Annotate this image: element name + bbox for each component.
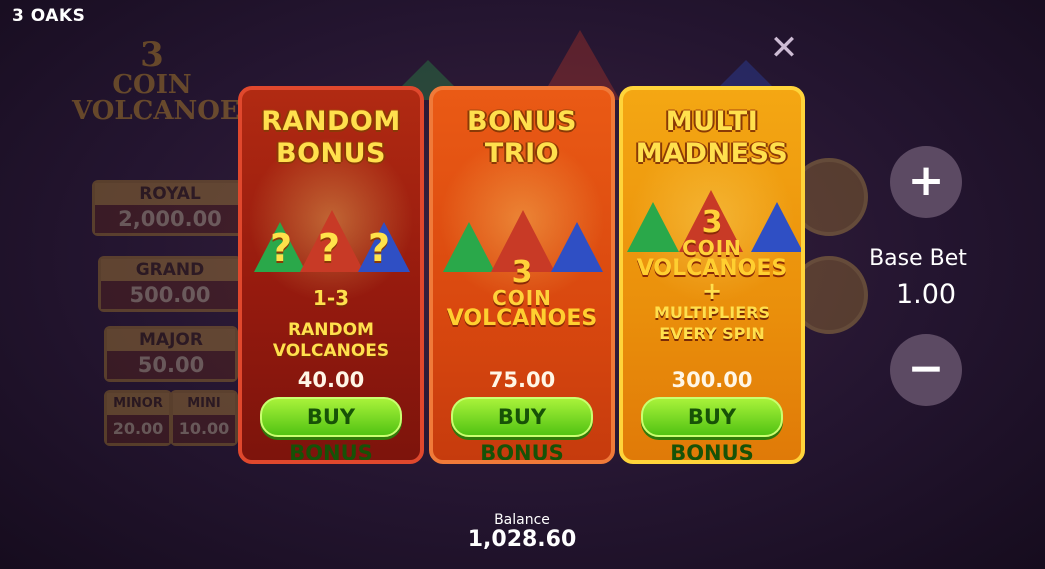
plus-icon: +	[701, 277, 723, 305]
question-mark-icon: ?	[270, 226, 293, 270]
card-title-line: MADNESS	[635, 138, 789, 169]
card-description-line: MULTIPLIERS	[654, 303, 770, 322]
jackpot-value: 50.00	[107, 351, 235, 379]
game-logo-word1: COIN	[112, 70, 192, 100]
card-description-line: EVERY SPIN	[659, 324, 765, 343]
card-title-line: RANDOM	[261, 106, 401, 137]
card-description-line: VOLCANOES	[272, 341, 390, 361]
bonus-card-multi-madness: MULTI MADNESS 3 COIN VOLCANOES + MULTIPL…	[619, 86, 805, 464]
jackpot-major: MAJOR 50.00	[104, 326, 238, 382]
logo-word: COIN	[682, 236, 742, 260]
decrease-bet-button[interactable]: −	[890, 334, 962, 406]
buy-bonus-button[interactable]: BUY BONUS	[451, 397, 593, 460]
bonus-card-random-bonus: RANDOM BONUS ? ? ? 1-3 RANDOM VOLCANOES …	[238, 86, 424, 464]
logo-word: VOLCANOES	[446, 306, 598, 331]
jackpot-label: MINOR	[107, 393, 169, 415]
jackpot-value: 2,000.00	[95, 205, 245, 233]
card-description: MULTIPLIERS EVERY SPIN	[623, 302, 801, 344]
logo-number: 3	[701, 205, 723, 240]
logo-number: 3	[511, 255, 533, 290]
jackpot-grand: GRAND 500.00	[98, 256, 242, 312]
close-button[interactable]: ✕	[768, 31, 800, 65]
random-count: 1-3	[312, 286, 350, 310]
minus-icon: −	[907, 343, 945, 394]
card-title: BONUS TRIO	[433, 106, 611, 170]
jackpot-label: MAJOR	[107, 329, 235, 351]
card-title: RANDOM BONUS	[242, 106, 420, 170]
base-bet-label: Base Bet	[869, 246, 967, 271]
card-title-line: MULTI	[665, 106, 759, 137]
coin-volcanoes-logo: 3 COIN VOLCANOES	[433, 258, 611, 330]
jackpot-royal: ROYAL 2,000.00	[92, 180, 248, 236]
plus-icon: +	[907, 155, 945, 206]
card-description: RANDOM VOLCANOES	[242, 320, 420, 362]
card-price: 75.00	[488, 368, 556, 392]
balance-value: 1,028.60	[467, 527, 577, 552]
card-title-line: BONUS	[467, 106, 577, 137]
jackpot-value: 500.00	[101, 281, 239, 309]
jackpot-minor: MINOR 20.00	[104, 390, 172, 446]
question-mark-icon: ?	[368, 226, 391, 270]
card-title-line: BONUS	[276, 138, 386, 169]
logo-word: COIN	[492, 286, 552, 310]
jackpot-value: 20.00	[107, 415, 169, 443]
card-price: 40.00	[297, 368, 365, 392]
question-mark-icon: ?	[318, 226, 341, 270]
coin-volcanoes-logo: 3 COIN VOLCANOES	[623, 208, 801, 280]
balance-label: Balance	[494, 512, 550, 528]
game-logo: 3 COIN VOLCANOES	[72, 35, 259, 126]
buy-bonus-button[interactable]: BUY BONUS	[641, 397, 783, 460]
jackpot-label: ROYAL	[95, 183, 245, 205]
card-description-line: RANDOM	[288, 320, 374, 340]
jackpot-label: GRAND	[101, 259, 239, 281]
base-bet-value: 1.00	[895, 279, 957, 310]
close-icon: ✕	[769, 28, 799, 68]
buy-bonus-button[interactable]: BUY BONUS	[260, 397, 402, 460]
card-title: MULTI MADNESS	[623, 106, 801, 170]
card-price: 300.00	[671, 368, 753, 392]
game-logo-number: 3	[140, 35, 164, 75]
game-logo-word2: VOLCANOES	[72, 96, 259, 126]
jackpot-label: MINI	[173, 393, 235, 415]
volcano-icons: ? ? ?	[242, 208, 420, 272]
jackpot-mini: MINI 10.00	[170, 390, 238, 446]
card-title-line: TRIO	[484, 138, 560, 169]
increase-bet-button[interactable]: +	[890, 146, 962, 218]
jackpot-value: 10.00	[173, 415, 235, 443]
bonus-card-bonus-trio: BONUS TRIO 3 COIN VOLCANOES 75.00 BUY BO…	[429, 86, 615, 464]
